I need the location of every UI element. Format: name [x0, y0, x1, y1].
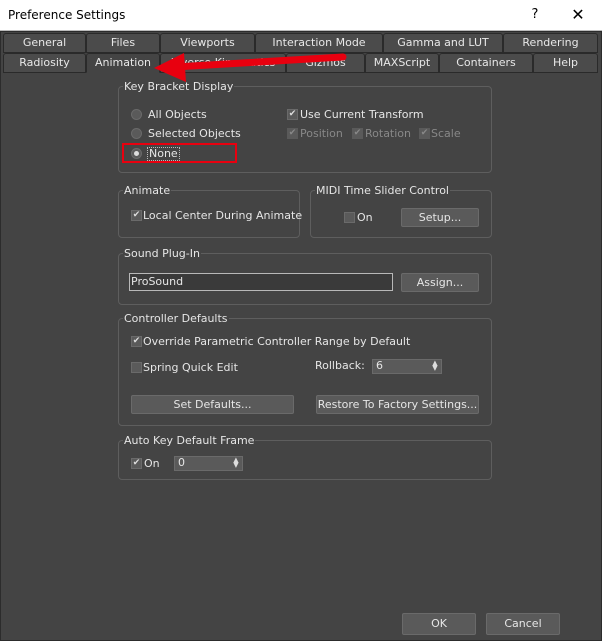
annotation-arrow-icon: [154, 53, 347, 82]
